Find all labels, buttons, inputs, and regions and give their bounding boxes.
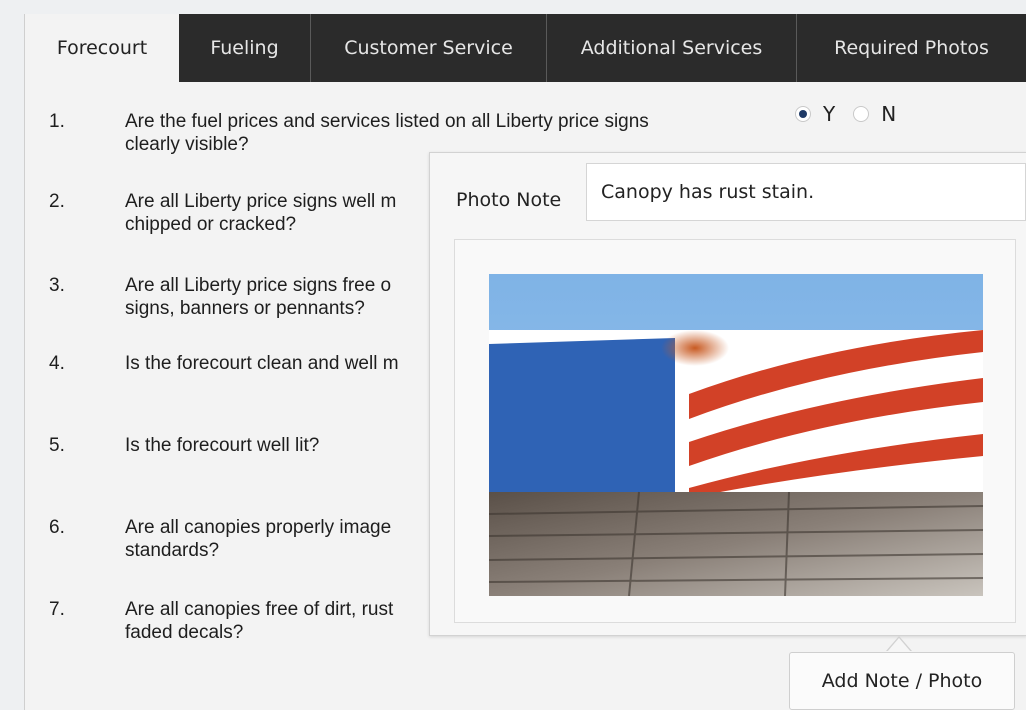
tab-additional-services[interactable]: Additional Services xyxy=(547,14,797,82)
question-number: 6. xyxy=(49,517,65,538)
question-number: 3. xyxy=(49,275,65,296)
yes-label: Y xyxy=(823,102,836,126)
add-note-photo-button[interactable]: Add Note / Photo xyxy=(789,652,1015,710)
no-radio[interactable] xyxy=(853,106,870,122)
question-text: Are all Liberty price signs free o signs… xyxy=(125,275,392,319)
question-number: 1. xyxy=(49,111,65,132)
inspection-panel: Forecourt Fueling Customer Service Addit… xyxy=(24,14,1026,710)
tab-customer-service[interactable]: Customer Service xyxy=(311,14,547,82)
photo-note-popup: Photo Note xyxy=(429,152,1026,636)
canopy-photo[interactable] xyxy=(489,274,983,596)
tab-fueling[interactable]: Fueling xyxy=(179,14,311,82)
photo-note-input[interactable] xyxy=(586,163,1026,221)
question-number: 2. xyxy=(49,191,65,212)
popup-pointer xyxy=(887,638,911,652)
canopy-photo-image xyxy=(489,274,983,596)
tab-forecourt[interactable]: Forecourt xyxy=(25,14,179,82)
answer-radio-group: Y N xyxy=(795,102,914,126)
question-number: 4. xyxy=(49,353,65,374)
yes-radio[interactable] xyxy=(795,106,811,122)
question-text: Are the fuel prices and services listed … xyxy=(125,111,649,155)
question-text: Are all canopies properly image standard… xyxy=(125,517,392,561)
tab-required-photos[interactable]: Required Photos xyxy=(797,14,1026,82)
photo-note-label: Photo Note xyxy=(456,189,562,211)
tab-bar: Forecourt Fueling Customer Service Addit… xyxy=(25,14,1026,82)
photo-frame xyxy=(454,239,1016,623)
question-text: Are all Liberty price signs well m chipp… xyxy=(125,191,397,235)
no-label: N xyxy=(881,102,897,126)
question-text: Are all canopies free of dirt, rust fade… xyxy=(125,599,394,643)
question-number: 5. xyxy=(49,435,65,456)
question-number: 7. xyxy=(49,599,65,620)
